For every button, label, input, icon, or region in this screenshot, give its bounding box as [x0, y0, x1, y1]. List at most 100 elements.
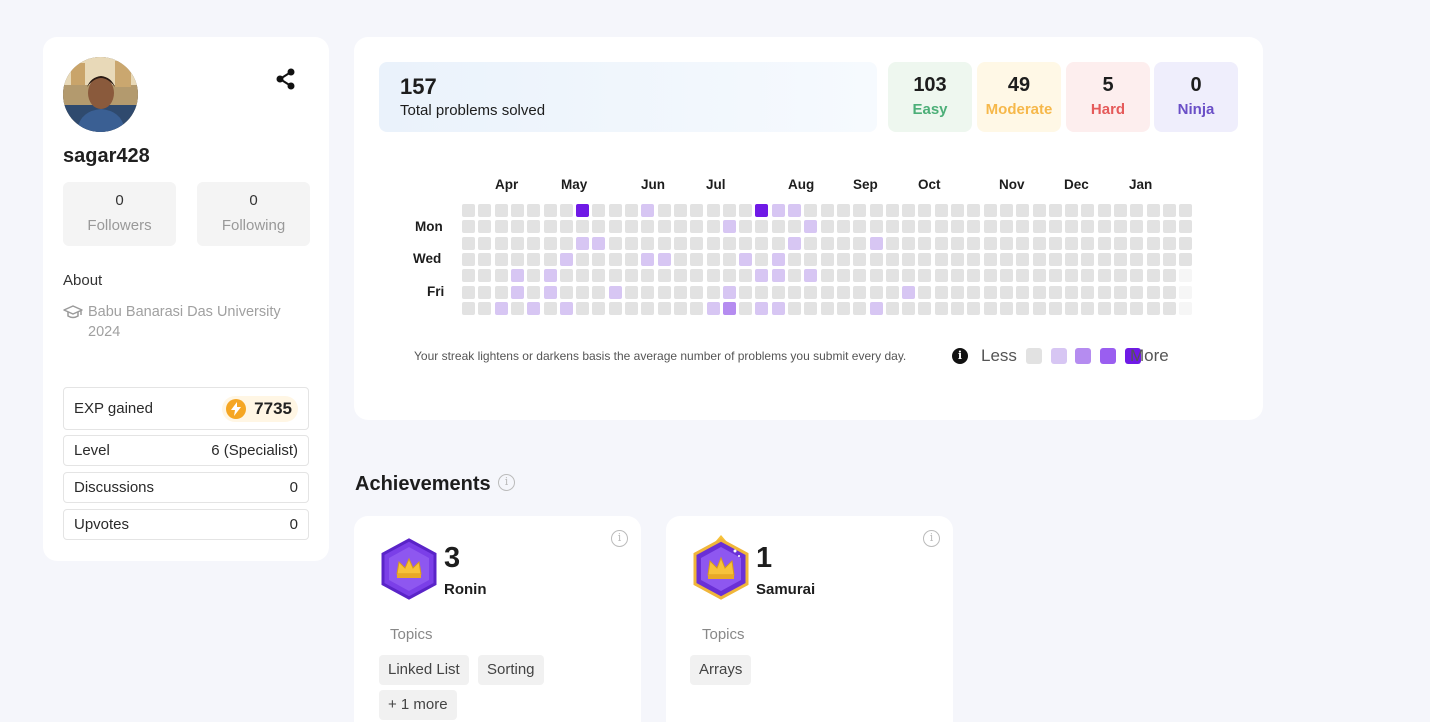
heatmap-cell[interactable]	[983, 252, 997, 266]
heatmap-cell[interactable]	[722, 204, 736, 217]
heatmap-cell[interactable]	[788, 252, 801, 266]
heatmap-cell[interactable]	[527, 252, 541, 266]
heatmap-cell[interactable]	[1130, 269, 1144, 283]
heatmap-cell[interactable]	[902, 236, 916, 250]
heatmap-cell[interactable]	[462, 236, 475, 250]
heatmap-cell[interactable]	[510, 220, 524, 234]
heatmap-cell[interactable]	[706, 285, 720, 299]
heatmap-cell[interactable]	[918, 269, 932, 283]
heatmap-cell[interactable]	[1097, 220, 1111, 234]
heatmap-cell[interactable]	[625, 269, 638, 283]
heatmap-cell[interactable]	[1179, 269, 1193, 283]
heatmap-cell[interactable]	[1146, 269, 1160, 283]
heatmap-cell[interactable]	[657, 285, 671, 299]
heatmap-cell[interactable]	[543, 204, 557, 217]
following-stat[interactable]: 0 Following	[197, 182, 310, 246]
heatmap-cell[interactable]	[1048, 236, 1062, 250]
heatmap-cell[interactable]	[1130, 301, 1144, 315]
heatmap-cell[interactable]	[853, 252, 867, 266]
heatmap-cell[interactable]	[1081, 236, 1095, 250]
heatmap-cell[interactable]	[722, 220, 736, 234]
heatmap-cell[interactable]	[527, 204, 541, 217]
heatmap-cell[interactable]	[788, 285, 801, 299]
heatmap-cell[interactable]	[804, 252, 818, 266]
heatmap-cell[interactable]	[820, 252, 834, 266]
heatmap-cell[interactable]	[1146, 301, 1160, 315]
heatmap-cell[interactable]	[836, 220, 850, 234]
heatmap-cell[interactable]	[625, 285, 638, 299]
heatmap-cell[interactable]	[527, 236, 541, 250]
heatmap-cell[interactable]	[1016, 269, 1030, 283]
heatmap-cell[interactable]	[527, 220, 541, 234]
heatmap-cell[interactable]	[804, 204, 818, 217]
topic-chip[interactable]: Sorting	[478, 655, 544, 685]
heatmap-cell[interactable]	[951, 204, 964, 217]
heatmap-cell[interactable]	[951, 252, 964, 266]
heatmap-cell[interactable]	[902, 252, 916, 266]
heatmap-cell[interactable]	[820, 285, 834, 299]
heatmap-cell[interactable]	[836, 285, 850, 299]
heatmap-cell[interactable]	[641, 301, 655, 315]
heatmap-cell[interactable]	[706, 220, 720, 234]
heatmap-cell[interactable]	[706, 204, 720, 217]
heatmap-cell[interactable]	[510, 301, 524, 315]
heatmap-cell[interactable]	[983, 301, 997, 315]
heatmap-cell[interactable]	[641, 236, 655, 250]
heatmap-cell[interactable]	[934, 285, 948, 299]
heatmap-cell[interactable]	[690, 220, 704, 234]
heatmap-cell[interactable]	[559, 236, 573, 250]
heatmap-cell[interactable]	[1162, 252, 1176, 266]
heatmap-cell[interactable]	[494, 285, 508, 299]
heatmap-cell[interactable]	[999, 204, 1013, 217]
heatmap-cell[interactable]	[885, 204, 899, 217]
heatmap-cell[interactable]	[1048, 220, 1062, 234]
share-icon[interactable]	[275, 68, 297, 90]
heatmap-cell[interactable]	[1032, 252, 1046, 266]
heatmap-cell[interactable]	[1065, 220, 1079, 234]
heatmap-cell[interactable]	[739, 301, 753, 315]
heatmap-cell[interactable]	[1097, 301, 1111, 315]
heatmap-cell[interactable]	[1179, 236, 1193, 250]
heatmap-cell[interactable]	[771, 236, 785, 250]
heatmap-cell[interactable]	[706, 252, 720, 266]
heatmap-cell[interactable]	[1097, 269, 1111, 283]
heatmap-cell[interactable]	[673, 269, 687, 283]
heatmap-cell[interactable]	[1146, 220, 1160, 234]
heatmap-cell[interactable]	[804, 301, 818, 315]
heatmap-cell[interactable]	[983, 220, 997, 234]
heatmap-cell[interactable]	[1114, 269, 1127, 283]
heatmap-cell[interactable]	[836, 301, 850, 315]
heatmap-cell[interactable]	[1065, 285, 1079, 299]
heatmap-cell[interactable]	[951, 269, 964, 283]
heatmap-cell[interactable]	[804, 220, 818, 234]
heatmap-cell[interactable]	[1032, 236, 1046, 250]
heatmap-cell[interactable]	[1048, 301, 1062, 315]
heatmap-cell[interactable]	[1065, 252, 1079, 266]
heatmap-cell[interactable]	[853, 236, 867, 250]
heatmap-cell[interactable]	[967, 220, 981, 234]
heatmap-cell[interactable]	[1081, 252, 1095, 266]
heatmap-cell[interactable]	[576, 285, 590, 299]
heatmap-cell[interactable]	[788, 269, 801, 283]
heatmap-cell[interactable]	[673, 236, 687, 250]
heatmap-cell[interactable]	[559, 252, 573, 266]
heatmap-cell[interactable]	[478, 285, 492, 299]
heatmap-cell[interactable]	[934, 236, 948, 250]
topic-chip[interactable]: Linked List	[379, 655, 469, 685]
heatmap-cell[interactable]	[820, 269, 834, 283]
heatmap-cell[interactable]	[576, 220, 590, 234]
heatmap-cell[interactable]	[478, 252, 492, 266]
heatmap-cell[interactable]	[576, 252, 590, 266]
heatmap-cell[interactable]	[1162, 301, 1176, 315]
heatmap-cell[interactable]	[918, 236, 932, 250]
heatmap-cell[interactable]	[1081, 220, 1095, 234]
heatmap-cell[interactable]	[641, 269, 655, 283]
heatmap-cell[interactable]	[999, 301, 1013, 315]
heatmap-cell[interactable]	[608, 269, 622, 283]
heatmap-cell[interactable]	[543, 236, 557, 250]
heatmap-cell[interactable]	[771, 204, 785, 217]
heatmap-cell[interactable]	[1146, 236, 1160, 250]
heatmap-cell[interactable]	[739, 285, 753, 299]
heatmap-cell[interactable]	[543, 269, 557, 283]
heatmap-cell[interactable]	[673, 285, 687, 299]
